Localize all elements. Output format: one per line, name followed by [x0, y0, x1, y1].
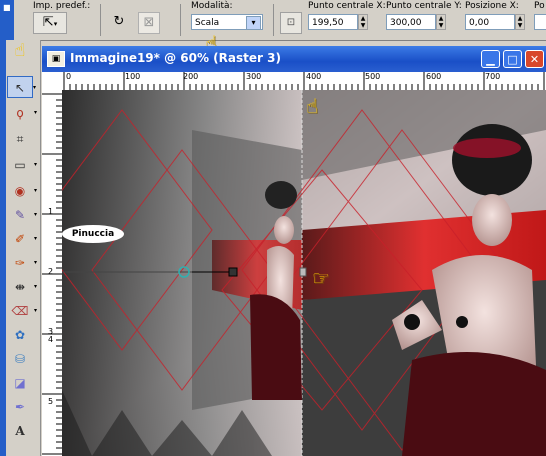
pos-trunc-label: Po [534, 1, 545, 11]
ruler-v-label: 2 [48, 267, 54, 276]
ruler-v-label: 5 [48, 397, 54, 406]
brush-icon[interactable]: ✐ ▾ [7, 228, 37, 250]
ruler-v-label: 4 [48, 335, 54, 344]
pos-x-field[interactable]: 0,00 [465, 14, 515, 30]
watermark-label: Pinuccia [62, 225, 124, 243]
ruler-h-label: 700 [485, 72, 501, 81]
window-title: Immagine19* @ 60% (Raster 3) [70, 51, 281, 65]
horizontal-ruler: 0 100 200 300 400 500 600 700 [62, 72, 546, 91]
center-x-label: Punto centrale X: [308, 1, 386, 11]
separator [100, 4, 101, 36]
ruler-h-label: 300 [246, 72, 262, 81]
fill-bucket-icon[interactable]: ⛁ [7, 348, 33, 370]
mode-label: Modalità: [191, 1, 233, 11]
eraser-icon[interactable]: ⌫ ▾ [7, 300, 37, 322]
mode-value: Scala [195, 18, 220, 28]
lasso-icon[interactable]: ϙ ▾ [7, 102, 37, 124]
chevron-down-icon: ▾ [53, 20, 58, 28]
chevron-down-icon: ▾ [33, 109, 37, 116]
ruler-h-label: 400 [306, 72, 322, 81]
pointing-hand-icon: ☞ [312, 266, 330, 290]
separator [180, 4, 181, 36]
chevron-down-icon: ▾ [33, 235, 37, 242]
vertical-ruler: 1 2 3 4 5 [42, 90, 63, 456]
maximize-button[interactable]: □ [503, 50, 522, 68]
picture-tube-icon[interactable]: ✿ [7, 324, 33, 346]
chevron-down-icon: ▾ [32, 84, 36, 91]
center-y-spinner[interactable]: ▲ ▼ [436, 14, 446, 30]
close-button[interactable]: ✕ [525, 50, 544, 68]
chevron-down-icon: ▾ [33, 187, 37, 194]
chevron-down-icon: ▾ [33, 211, 37, 218]
rectangle-select-icon[interactable]: ▭ ▾ [7, 154, 37, 176]
pick-arrow-icon[interactable]: ↖ ▾ [7, 76, 36, 98]
pos-y-field[interactable] [534, 14, 546, 30]
reset-icon[interactable]: ↻ [108, 12, 130, 34]
text-icon[interactable]: A [7, 420, 33, 442]
preset-label: Imp. predef.: [33, 1, 91, 11]
ruler-h-label: 0 [66, 72, 72, 81]
grip-icon: ■ [3, 3, 11, 12]
center-y-field[interactable]: 300,00 [386, 14, 436, 30]
pos-x-spinner[interactable]: ▲ ▼ [515, 14, 525, 30]
chevron-down-icon: ▾ [246, 16, 261, 30]
crop-icon[interactable]: ⌗ [7, 128, 33, 150]
apply-icon[interactable]: ⊠ [138, 12, 160, 34]
transform-icon[interactable]: ⊡ [280, 12, 302, 34]
chevron-down-icon: ▾ [33, 259, 37, 266]
ruler-corner [42, 72, 62, 90]
center-x-spinner[interactable]: ▲ ▼ [358, 14, 368, 30]
ruler-h-label: 600 [426, 72, 442, 81]
minimize-icon: ▁ [486, 53, 495, 66]
chevron-down-icon: ▾ [33, 307, 37, 314]
pos-x-label: Posizione X: [465, 1, 519, 11]
hand-icon[interactable]: ☝ [7, 40, 33, 62]
center-y-label: Punto centrale Y: [386, 1, 462, 11]
tools-grip[interactable] [0, 40, 6, 456]
center-x-field[interactable]: 199,50 [308, 14, 358, 30]
minimize-button[interactable]: ▁ [481, 50, 500, 68]
ruler-h-label: 500 [365, 72, 381, 81]
clone-brush-icon[interactable]: ✎ ▾ [7, 204, 37, 226]
ruler-v-label: 1 [48, 207, 54, 216]
hand-cursor-icon: ☝ [306, 94, 319, 118]
chevron-down-icon: ▾ [33, 161, 37, 168]
smudge-icon[interactable]: ✑ ▾ [7, 252, 37, 274]
document-icon: ▣ [47, 51, 65, 67]
eraser2-icon[interactable]: ◪ [7, 372, 33, 394]
pointer-icon: ⇱ [42, 15, 54, 30]
dodge-icon[interactable]: ⇼ ▾ [7, 276, 37, 298]
preset-dropdown[interactable]: ⇱▾ [33, 12, 67, 34]
pen-icon[interactable]: ✒ [7, 396, 33, 418]
maximize-icon: □ [507, 53, 518, 66]
ruler-h-label: 100 [125, 72, 141, 81]
image-canvas[interactable]: Pinuccia ☝ ☞ [62, 90, 546, 456]
separator [273, 4, 274, 36]
mode-select[interactable]: Scala ▾ [191, 14, 263, 30]
ruler-h-label: 200 [183, 72, 199, 81]
close-icon: ✕ [529, 53, 540, 66]
eye-icon[interactable]: ◉ ▾ [7, 180, 37, 202]
chevron-down-icon: ▾ [33, 283, 37, 290]
artwork [62, 90, 546, 456]
